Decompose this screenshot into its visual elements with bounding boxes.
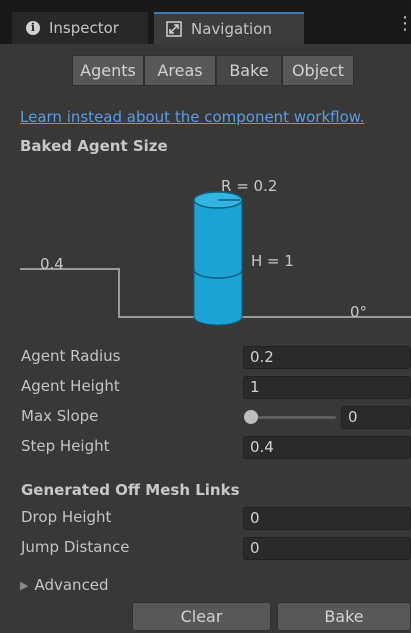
toolbar-object-button[interactable]: Object <box>282 55 354 86</box>
toolbar-areas-button[interactable]: Areas <box>144 55 216 86</box>
toolbar-bake-button[interactable]: Bake <box>216 55 282 86</box>
max-slope-field[interactable]: 0 <box>341 406 411 429</box>
advanced-label: Advanced <box>34 576 109 594</box>
slope-label: 0° <box>350 303 367 321</box>
tab-navigation-label: Navigation <box>191 20 272 38</box>
agent-radius-field[interactable]: 0.2 <box>243 346 411 369</box>
toolbar-agents-button[interactable]: Agents <box>72 55 144 86</box>
component-workflow-link[interactable]: Learn instead about the component workfl… <box>20 108 364 126</box>
tab-inspector[interactable]: i Inspector <box>12 12 148 44</box>
navigation-icon <box>166 21 182 37</box>
foldout-arrow-icon: ▶ <box>20 578 29 592</box>
tab-inspector-label: Inspector <box>49 19 119 37</box>
info-icon: i <box>26 21 40 35</box>
agent-size-diagram: R = 0.2 H = 1 0.4 0° <box>20 177 411 326</box>
agent-height-field[interactable]: 1 <box>243 376 411 399</box>
agent-cylinder <box>193 191 243 326</box>
max-slope-slider-thumb[interactable] <box>244 410 258 424</box>
agent-height-label: Agent Height <box>21 377 120 395</box>
baked-agent-size-title: Baked Agent Size <box>20 137 168 155</box>
max-slope-label: Max Slope <box>21 407 99 425</box>
step-height-field[interactable]: 0.4 <box>243 436 411 459</box>
step-label: 0.4 <box>40 255 64 273</box>
off-mesh-links-title: Generated Off Mesh Links <box>21 481 240 499</box>
jump-distance-label: Jump Distance <box>21 538 130 556</box>
radius-label: R = 0.2 <box>221 177 277 195</box>
clear-button[interactable]: Clear <box>132 602 271 631</box>
vertical-dots-icon[interactable]: ⋮ <box>396 14 411 34</box>
advanced-foldout[interactable]: ▶ Advanced <box>20 576 109 594</box>
bake-button[interactable]: Bake <box>277 602 411 631</box>
height-label: H = 1 <box>251 252 294 270</box>
tab-navigation[interactable]: Navigation <box>154 12 304 44</box>
step-height-label: Step Height <box>21 437 110 455</box>
agent-radius-label: Agent Radius <box>21 347 121 365</box>
drop-height-field[interactable]: 0 <box>243 507 411 530</box>
drop-height-label: Drop Height <box>21 508 112 526</box>
max-slope-slider-track[interactable] <box>248 416 336 419</box>
jump-distance-field[interactable]: 0 <box>243 537 411 560</box>
